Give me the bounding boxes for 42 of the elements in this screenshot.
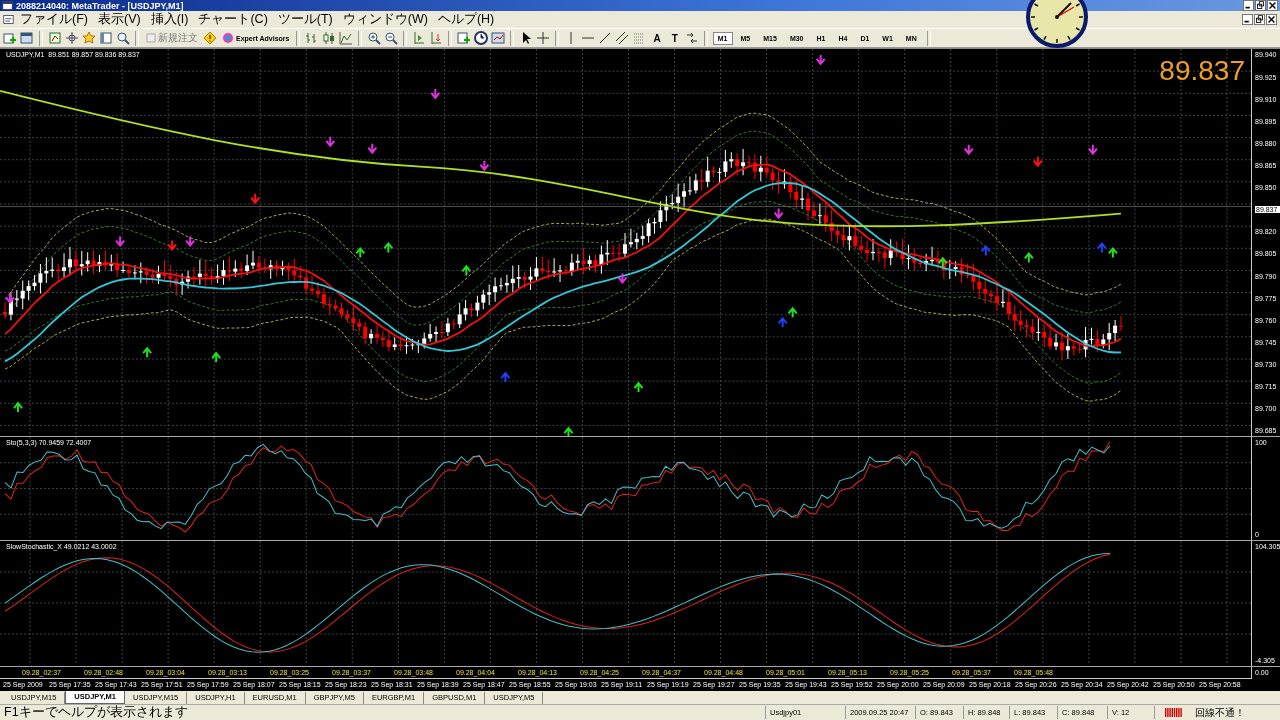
menu-item[interactable]: 挿入(I) [146,11,193,29]
window-title: 2088214040: MetaTrader - [USDJPY,M1] [16,0,185,11]
warning-icon[interactable] [203,31,217,46]
candlestick-icon[interactable] [322,31,337,46]
minimize-icon[interactable] [1243,0,1254,12]
menu-item[interactable]: ヘルプ(H) [433,11,499,29]
text-tool-button[interactable]: T [667,32,682,44]
autoscroll-icon[interactable] [429,31,444,46]
zoom-in-icon[interactable] [367,31,382,46]
magnifier-icon[interactable] [116,31,130,46]
zoom-out-icon[interactable] [384,31,399,46]
line-chart-icon[interactable] [339,31,354,46]
menu-item[interactable]: 表示(V) [93,11,145,29]
analog-clock-drawing [1024,0,1090,48]
status-help-text: F1キーでヘルプが表示されます [3,704,189,720]
clock-icon[interactable] [474,31,489,46]
connection-status: 回線不通！ [1194,705,1246,719]
trendline-icon[interactable] [598,31,613,46]
document-icon [146,33,156,44]
document-icon[interactable] [3,14,14,26]
menu-item[interactable]: チャート(C) [194,11,272,29]
app-icon[interactable] [2,0,13,12]
connection-bars-icon [1165,707,1183,717]
text-tool-button[interactable]: A [649,32,665,44]
panel-icon[interactable] [99,31,113,46]
new-chart-icon[interactable] [3,31,17,46]
menu-item[interactable]: ウィンドウ(W) [338,11,432,29]
menu-item[interactable]: ファイル(F) [16,11,92,29]
arrows-icon[interactable] [684,31,699,46]
channel-icon[interactable] [615,31,630,46]
close-icon[interactable] [1267,0,1278,12]
window-icon[interactable] [20,31,34,46]
crosshair-icon[interactable] [65,31,79,46]
menu-item[interactable]: ツール(T) [273,11,337,29]
close-icon[interactable] [1266,14,1277,26]
restore-icon[interactable] [1254,14,1265,26]
minimize-icon[interactable] [1242,14,1253,26]
restore-icon[interactable] [1255,0,1266,12]
templates-icon[interactable] [491,31,506,46]
last-price: 89.837 [1159,55,1245,88]
chart-shift-icon[interactable] [412,31,427,46]
chart-window-icon[interactable] [48,31,62,46]
